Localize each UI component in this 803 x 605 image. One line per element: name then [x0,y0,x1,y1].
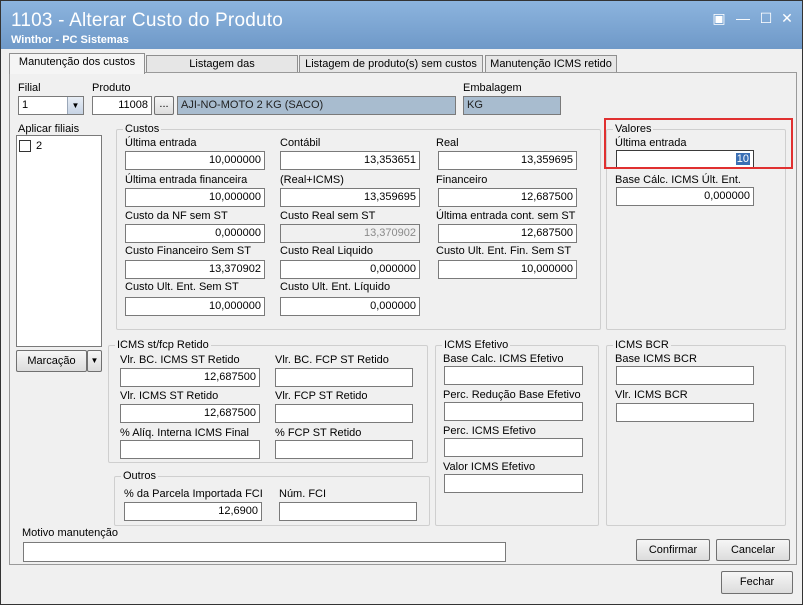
filial-label: Filial [18,82,41,94]
list-item-label: 2 [36,140,43,152]
confirmar-button[interactable]: Confirmar [636,539,710,561]
perc-icms-efetivo-field[interactable] [444,438,583,457]
marcacao-button[interactable]: Marcação [16,350,87,372]
custo-ult-ent-liquido-field[interactable]: 0,000000 [280,297,420,316]
fechar-button[interactable]: Fechar [721,571,793,594]
parcela-importada-label: % da Parcela Importada FCI [124,488,263,500]
perc-reducao-label: Perc. Redução Base Efetivo [443,389,581,401]
icms-bcr-title: ICMS BCR [613,339,671,351]
filial-checkbox[interactable] [19,140,31,152]
app-window: 1103 - Alterar Custo do Produto Winthor … [0,0,803,605]
base-icms-bcr-label: Base ICMS BCR [615,353,697,365]
ultima-entrada-fin-label: Última entrada financeira [125,174,248,186]
tab-listagem-movimentacoes[interactable]: Listagem das movimentações [146,55,298,86]
ultima-entrada-cont-label: Última entrada cont. sem ST [436,210,576,222]
financeiro-field[interactable]: 12,687500 [438,188,577,207]
window-subtitle: Winthor - PC Sistemas [11,34,129,46]
num-fci-label: Núm. FCI [279,488,327,500]
real-icms-field[interactable]: 13,359695 [280,188,420,207]
aplicar-filiais-list[interactable]: 2 [16,135,102,347]
base-calc-efetivo-field[interactable] [444,366,583,385]
custo-fin-sem-st-field[interactable]: 13,370902 [125,260,265,279]
vlr-fcp-st-field[interactable] [275,404,413,423]
tab-listagem-sem-custos[interactable]: Listagem de produto(s) sem custos [299,55,483,73]
contabil-label: Contábil [280,137,321,149]
perc-reducao-field[interactable] [444,402,583,421]
produto-code-input[interactable]: 11008 [92,96,152,115]
icms-st-title: ICMS st/fcp Retido [115,339,211,351]
minimize-icon[interactable]: — [735,10,751,26]
custo-real-sem-st-label: Custo Real sem ST [280,210,376,222]
perc-icms-efetivo-label: Perc. ICMS Efetivo [443,425,536,437]
custo-fin-sem-st-label: Custo Financeiro Sem ST [125,245,251,257]
valor-icms-efetivo-label: Valor ICMS Efetivo [443,461,536,473]
aliq-interna-field[interactable] [120,440,260,459]
base-calc-icms-label: Base Cálc. ICMS Últ. Ent. [615,174,741,186]
custo-nf-sem-st-field[interactable]: 0,000000 [125,224,265,243]
contabil-field[interactable]: 13,353651 [280,151,420,170]
motivo-input[interactable] [23,542,506,562]
custo-real-liquido-field[interactable]: 0,000000 [280,260,420,279]
title-bar: 1103 - Alterar Custo do Produto Winthor … [1,1,802,49]
real-label: Real [436,137,459,149]
custos-title: Custos [123,123,162,135]
embalagem-value: KG [463,96,561,115]
vlr-icms-st-label: Vlr. ICMS ST Retido [120,390,219,402]
embalagem-label: Embalagem [463,82,522,94]
restore-icon[interactable]: ▣ [711,10,727,26]
filial-select[interactable]: 1 ▼ [18,96,84,115]
vlr-bc-icms-st-label: Vlr. BC. ICMS ST Retido [120,354,240,366]
cancelar-button[interactable]: Cancelar [716,539,790,561]
parcela-importada-field[interactable]: 12,6900 [124,502,262,521]
vlr-icms-bcr-field[interactable] [616,403,754,422]
vlr-bc-fcp-st-label: Vlr. BC. FCP ST Retido [275,354,389,366]
motivo-label: Motivo manutenção [22,527,118,539]
icms-efetivo-title: ICMS Efetivo [442,339,511,351]
custo-ult-ent-liquido-label: Custo Ult. Ent. Líquido [280,281,391,293]
custo-ult-ent-sem-st-label: Custo Ult. Ent. Sem ST [125,281,239,293]
window-title: 1103 - Alterar Custo do Produto [11,10,284,31]
produto-label: Produto [92,82,131,94]
valor-icms-efetivo-field[interactable] [444,474,583,493]
fcp-st-retido-field[interactable] [275,440,413,459]
real-field[interactable]: 13,359695 [438,151,577,170]
main-panel: Filial 1 ▼ Produto 11008 ... AJI-NO-MOTO… [9,72,797,565]
produto-browse-button[interactable]: ... [154,96,174,115]
chevron-down-icon[interactable]: ▼ [67,97,83,114]
vlr-icms-bcr-label: Vlr. ICMS BCR [615,389,688,401]
base-icms-bcr-field[interactable] [616,366,754,385]
vlr-icms-st-field[interactable]: 12,687500 [120,404,260,423]
ultima-entrada-fin-field[interactable]: 10,000000 [125,188,265,207]
vlr-fcp-st-label: Vlr. FCP ST Retido [275,390,368,402]
filial-value: 1 [22,99,29,111]
highlight-box [604,118,793,169]
custo-ult-ent-fin-field[interactable]: 10,000000 [438,260,577,279]
custo-real-sem-st-field: 13,370902 [280,224,420,243]
close-icon[interactable]: ✕ [779,10,795,26]
ultima-entrada-label: Última entrada [125,137,197,149]
custo-nf-sem-st-label: Custo da NF sem ST [125,210,228,222]
financeiro-label: Financeiro [436,174,488,186]
aplicar-filiais-label: Aplicar filiais [18,123,80,135]
vlr-bc-icms-st-field[interactable]: 12,687500 [120,368,260,387]
tab-manutencao-icms-retido[interactable]: Manutenção ICMS retido [485,55,617,73]
fcp-st-retido-label: % FCP ST Retido [275,427,362,439]
vlr-bc-fcp-st-field[interactable] [275,368,413,387]
base-calc-icms-field[interactable]: 0,000000 [616,187,754,206]
num-fci-field[interactable] [279,502,417,521]
maximize-icon[interactable]: ☐ [758,10,774,26]
custo-real-liquido-label: Custo Real Liquido [280,245,373,257]
real-icms-label: (Real+ICMS) [280,174,344,186]
base-calc-efetivo-label: Base Calc. ICMS Efetivo [443,353,564,365]
ultima-entrada-cont-field[interactable]: 12,687500 [438,224,577,243]
outros-title: Outros [121,470,159,482]
produto-description: AJI-NO-MOTO 2 KG (SACO) [177,96,456,115]
tab-manutencao-custos[interactable]: Manutenção dos custos [9,53,145,74]
aliq-interna-label: % Alíq. Interna ICMS Final [120,427,249,439]
custo-ult-ent-sem-st-field[interactable]: 10,000000 [125,297,265,316]
marcacao-dropdown-icon[interactable]: ▼ [87,350,102,372]
ultima-entrada-field[interactable]: 10,000000 [125,151,265,170]
custo-ult-ent-fin-label: Custo Ult. Ent. Fin. Sem ST [436,245,572,257]
